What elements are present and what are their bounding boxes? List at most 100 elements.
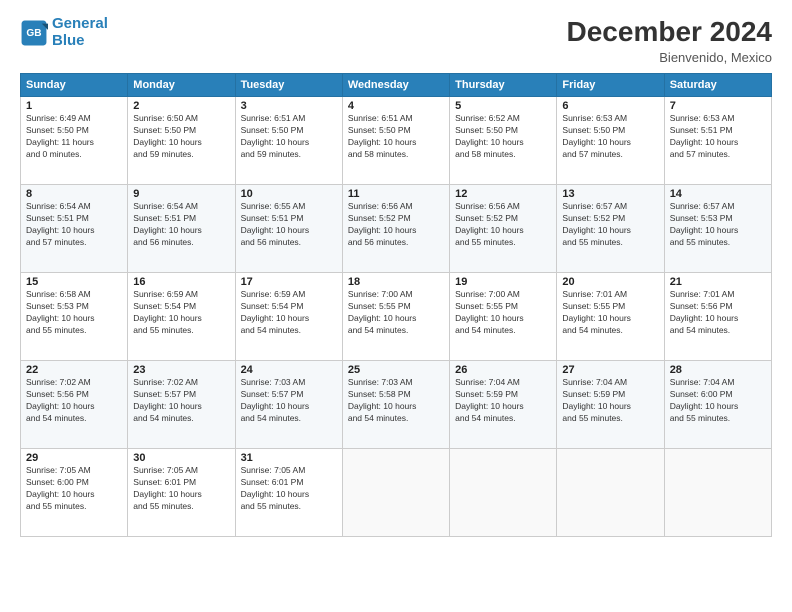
day-number: 15 (26, 276, 122, 288)
logo: GB General Blue (20, 16, 108, 49)
day-cell: 11Sunrise: 6:56 AM Sunset: 5:52 PM Dayli… (342, 185, 449, 273)
day-number: 18 (348, 276, 444, 288)
day-number: 4 (348, 100, 444, 112)
week-row-5: 29Sunrise: 7:05 AM Sunset: 6:00 PM Dayli… (21, 449, 772, 537)
day-number: 22 (26, 364, 122, 376)
day-info: Sunrise: 6:56 AM Sunset: 5:52 PM Dayligh… (348, 201, 444, 249)
day-number: 24 (241, 364, 337, 376)
day-number: 1 (26, 100, 122, 112)
day-cell: 31Sunrise: 7:05 AM Sunset: 6:01 PM Dayli… (235, 449, 342, 537)
day-number: 5 (455, 100, 551, 112)
day-info: Sunrise: 6:50 AM Sunset: 5:50 PM Dayligh… (133, 113, 229, 161)
day-number: 23 (133, 364, 229, 376)
day-cell: 22Sunrise: 7:02 AM Sunset: 5:56 PM Dayli… (21, 361, 128, 449)
day-cell: 15Sunrise: 6:58 AM Sunset: 5:53 PM Dayli… (21, 273, 128, 361)
day-info: Sunrise: 7:05 AM Sunset: 6:01 PM Dayligh… (241, 465, 337, 513)
day-number: 17 (241, 276, 337, 288)
day-info: Sunrise: 6:53 AM Sunset: 5:51 PM Dayligh… (670, 113, 766, 161)
day-cell: 4Sunrise: 6:51 AM Sunset: 5:50 PM Daylig… (342, 97, 449, 185)
day-cell: 19Sunrise: 7:00 AM Sunset: 5:55 PM Dayli… (450, 273, 557, 361)
day-number: 3 (241, 100, 337, 112)
logo-general: General (52, 15, 108, 32)
logo-blue: Blue (52, 33, 108, 50)
week-row-1: 1Sunrise: 6:49 AM Sunset: 5:50 PM Daylig… (21, 97, 772, 185)
day-number: 29 (26, 452, 122, 464)
day-number: 12 (455, 188, 551, 200)
day-number: 31 (241, 452, 337, 464)
weekday-header-sunday: Sunday (21, 74, 128, 97)
header: GB General Blue December 2024 Bienvenido… (20, 16, 772, 65)
day-info: Sunrise: 7:02 AM Sunset: 5:57 PM Dayligh… (133, 377, 229, 425)
day-number: 28 (670, 364, 766, 376)
day-cell: 10Sunrise: 6:55 AM Sunset: 5:51 PM Dayli… (235, 185, 342, 273)
weekday-header-monday: Monday (128, 74, 235, 97)
day-number: 13 (562, 188, 658, 200)
day-cell: 9Sunrise: 6:54 AM Sunset: 5:51 PM Daylig… (128, 185, 235, 273)
day-cell: 17Sunrise: 6:59 AM Sunset: 5:54 PM Dayli… (235, 273, 342, 361)
day-cell: 30Sunrise: 7:05 AM Sunset: 6:01 PM Dayli… (128, 449, 235, 537)
day-info: Sunrise: 6:59 AM Sunset: 5:54 PM Dayligh… (241, 289, 337, 337)
day-cell: 28Sunrise: 7:04 AM Sunset: 6:00 PM Dayli… (664, 361, 771, 449)
day-info: Sunrise: 7:02 AM Sunset: 5:56 PM Dayligh… (26, 377, 122, 425)
day-cell: 1Sunrise: 6:49 AM Sunset: 5:50 PM Daylig… (21, 97, 128, 185)
day-number: 9 (133, 188, 229, 200)
day-info: Sunrise: 6:49 AM Sunset: 5:50 PM Dayligh… (26, 113, 122, 161)
day-number: 26 (455, 364, 551, 376)
day-info: Sunrise: 6:57 AM Sunset: 5:52 PM Dayligh… (562, 201, 658, 249)
day-number: 10 (241, 188, 337, 200)
day-info: Sunrise: 7:05 AM Sunset: 6:00 PM Dayligh… (26, 465, 122, 513)
day-info: Sunrise: 7:01 AM Sunset: 5:56 PM Dayligh… (670, 289, 766, 337)
week-row-4: 22Sunrise: 7:02 AM Sunset: 5:56 PM Dayli… (21, 361, 772, 449)
day-number: 11 (348, 188, 444, 200)
day-number: 27 (562, 364, 658, 376)
day-cell: 12Sunrise: 6:56 AM Sunset: 5:52 PM Dayli… (450, 185, 557, 273)
day-number: 16 (133, 276, 229, 288)
day-info: Sunrise: 7:00 AM Sunset: 5:55 PM Dayligh… (348, 289, 444, 337)
day-number: 14 (670, 188, 766, 200)
day-info: Sunrise: 6:57 AM Sunset: 5:53 PM Dayligh… (670, 201, 766, 249)
day-cell: 27Sunrise: 7:04 AM Sunset: 5:59 PM Dayli… (557, 361, 664, 449)
calendar-table: SundayMondayTuesdayWednesdayThursdayFrid… (20, 73, 772, 537)
day-cell: 6Sunrise: 6:53 AM Sunset: 5:50 PM Daylig… (557, 97, 664, 185)
day-info: Sunrise: 6:52 AM Sunset: 5:50 PM Dayligh… (455, 113, 551, 161)
day-cell (664, 449, 771, 537)
day-info: Sunrise: 6:51 AM Sunset: 5:50 PM Dayligh… (241, 113, 337, 161)
weekday-header-wednesday: Wednesday (342, 74, 449, 97)
day-number: 30 (133, 452, 229, 464)
day-number: 6 (562, 100, 658, 112)
day-info: Sunrise: 7:00 AM Sunset: 5:55 PM Dayligh… (455, 289, 551, 337)
day-cell (557, 449, 664, 537)
day-number: 20 (562, 276, 658, 288)
day-number: 25 (348, 364, 444, 376)
day-cell (450, 449, 557, 537)
month-title: December 2024 (567, 16, 772, 48)
logo-text: General Blue (52, 16, 108, 49)
location: Bienvenido, Mexico (567, 50, 772, 65)
day-info: Sunrise: 6:53 AM Sunset: 5:50 PM Dayligh… (562, 113, 658, 161)
weekday-header-saturday: Saturday (664, 74, 771, 97)
day-info: Sunrise: 6:54 AM Sunset: 5:51 PM Dayligh… (26, 201, 122, 249)
day-cell: 18Sunrise: 7:00 AM Sunset: 5:55 PM Dayli… (342, 273, 449, 361)
day-info: Sunrise: 7:03 AM Sunset: 5:58 PM Dayligh… (348, 377, 444, 425)
day-info: Sunrise: 7:04 AM Sunset: 5:59 PM Dayligh… (562, 377, 658, 425)
day-info: Sunrise: 7:03 AM Sunset: 5:57 PM Dayligh… (241, 377, 337, 425)
day-cell: 21Sunrise: 7:01 AM Sunset: 5:56 PM Dayli… (664, 273, 771, 361)
day-cell: 14Sunrise: 6:57 AM Sunset: 5:53 PM Dayli… (664, 185, 771, 273)
day-number: 19 (455, 276, 551, 288)
day-info: Sunrise: 6:51 AM Sunset: 5:50 PM Dayligh… (348, 113, 444, 161)
day-info: Sunrise: 6:59 AM Sunset: 5:54 PM Dayligh… (133, 289, 229, 337)
day-cell: 8Sunrise: 6:54 AM Sunset: 5:51 PM Daylig… (21, 185, 128, 273)
day-cell: 25Sunrise: 7:03 AM Sunset: 5:58 PM Dayli… (342, 361, 449, 449)
day-cell: 20Sunrise: 7:01 AM Sunset: 5:55 PM Dayli… (557, 273, 664, 361)
logo-icon: GB (20, 19, 48, 47)
day-info: Sunrise: 7:04 AM Sunset: 5:59 PM Dayligh… (455, 377, 551, 425)
day-cell: 13Sunrise: 6:57 AM Sunset: 5:52 PM Dayli… (557, 185, 664, 273)
day-info: Sunrise: 6:58 AM Sunset: 5:53 PM Dayligh… (26, 289, 122, 337)
day-cell: 26Sunrise: 7:04 AM Sunset: 5:59 PM Dayli… (450, 361, 557, 449)
weekday-header-friday: Friday (557, 74, 664, 97)
day-info: Sunrise: 6:54 AM Sunset: 5:51 PM Dayligh… (133, 201, 229, 249)
day-info: Sunrise: 6:56 AM Sunset: 5:52 PM Dayligh… (455, 201, 551, 249)
day-cell: 29Sunrise: 7:05 AM Sunset: 6:00 PM Dayli… (21, 449, 128, 537)
day-number: 8 (26, 188, 122, 200)
day-cell: 3Sunrise: 6:51 AM Sunset: 5:50 PM Daylig… (235, 97, 342, 185)
